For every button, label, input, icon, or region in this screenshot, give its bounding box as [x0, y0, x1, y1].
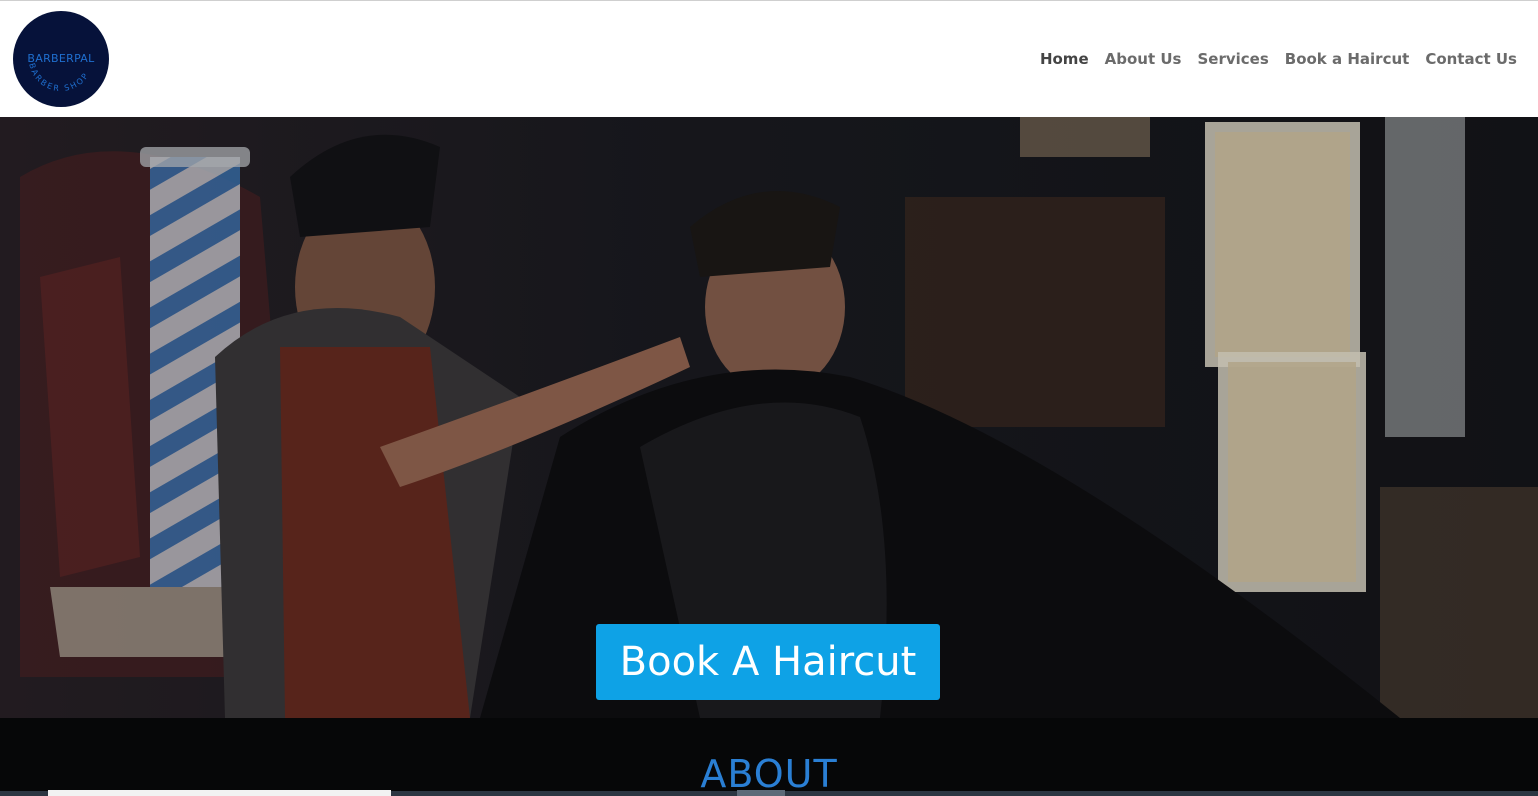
nav-contact-us[interactable]: Contact Us: [1425, 50, 1517, 68]
nav-services[interactable]: Services: [1197, 50, 1268, 68]
logo-name: BARBERPAL: [27, 52, 95, 65]
svg-text:BARBER SHOP: BARBER SHOP: [27, 62, 91, 93]
content-block-edge: [737, 790, 785, 796]
site-logo[interactable]: BARBER SHOP BARBERPAL: [13, 11, 109, 107]
about-section: ABOUT: [0, 718, 1538, 796]
logo-ring-text: BARBER SHOP: [27, 62, 89, 93]
main-nav: Home About Us Services Book a Haircut Co…: [1040, 50, 1517, 68]
content-card-edge: [48, 790, 391, 796]
site-header: BARBER SHOP BARBERPAL Home About Us Serv…: [0, 1, 1538, 117]
nav-home[interactable]: Home: [1040, 50, 1089, 68]
nav-about-us[interactable]: About Us: [1105, 50, 1182, 68]
nav-book-a-haircut[interactable]: Book a Haircut: [1285, 50, 1410, 68]
book-haircut-button[interactable]: Book A Haircut: [596, 624, 940, 700]
